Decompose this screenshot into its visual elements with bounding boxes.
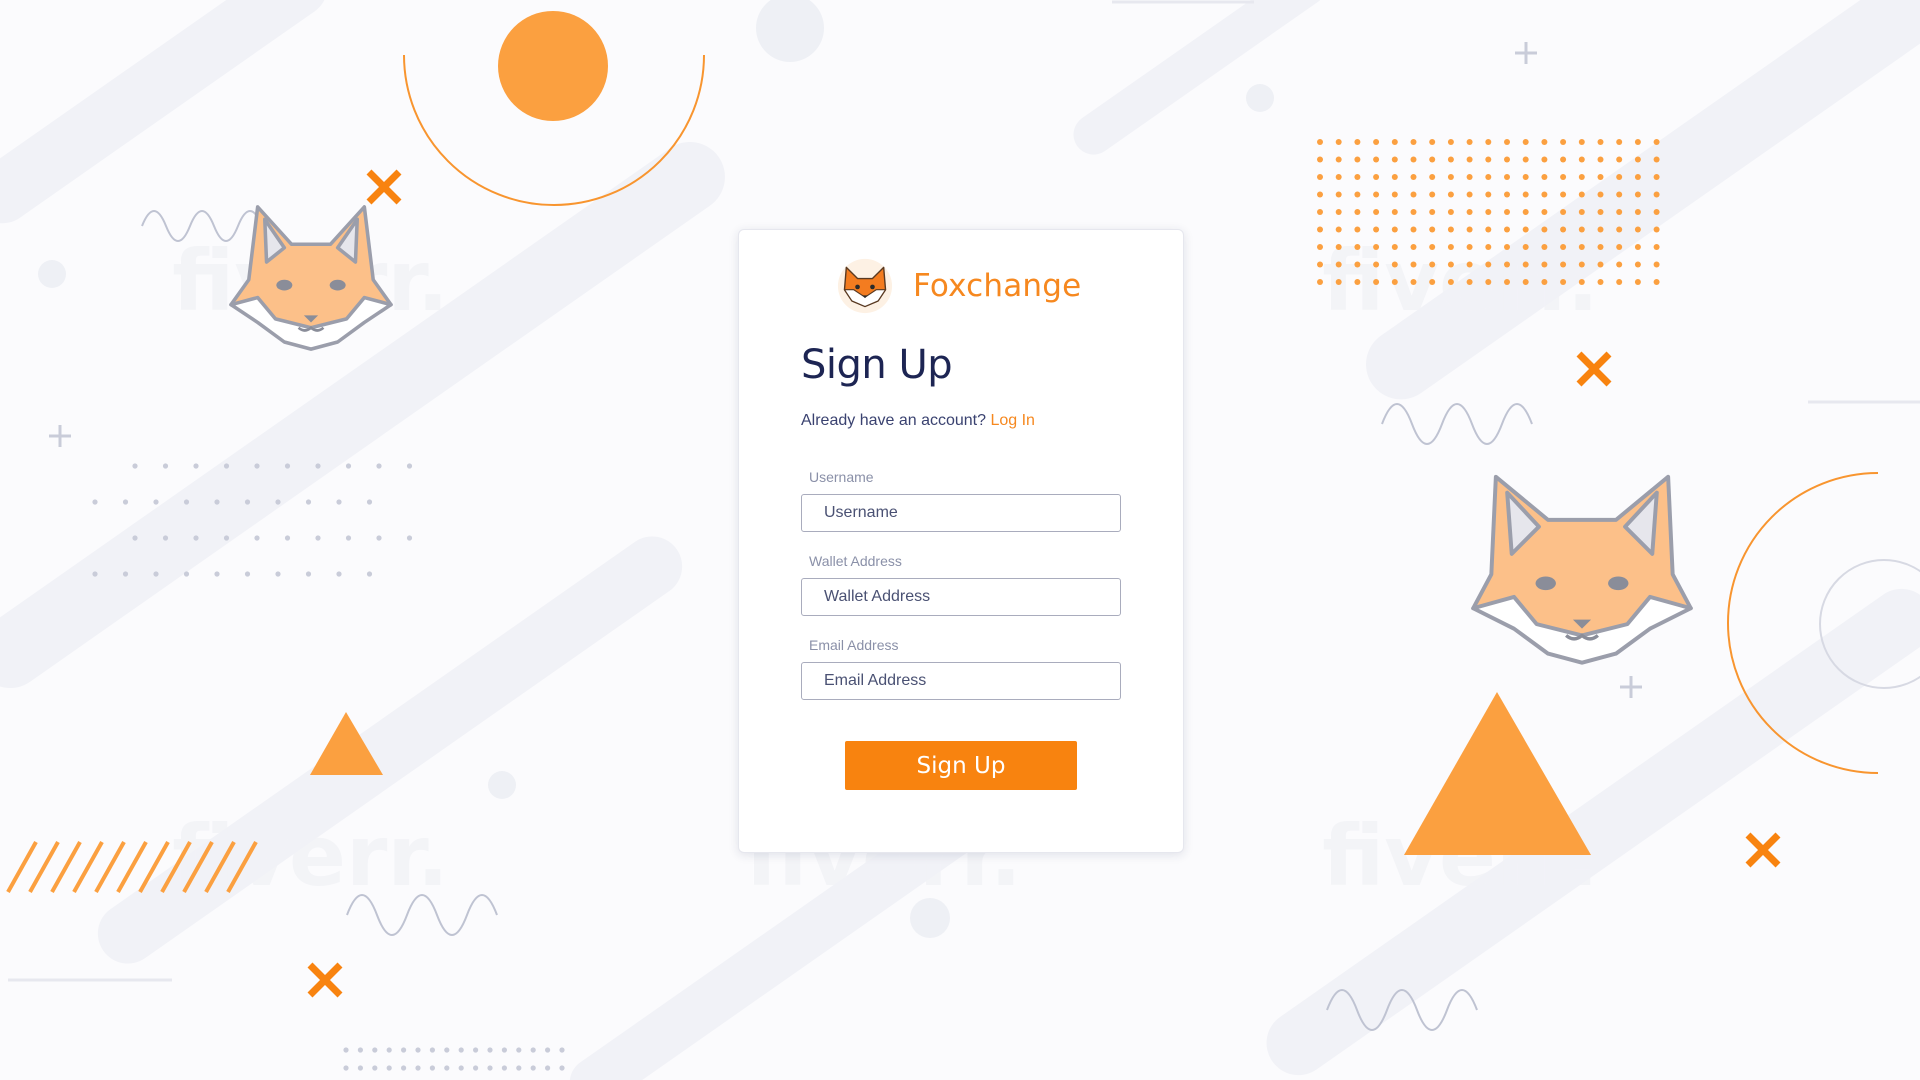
signup-button[interactable]: Sign Up	[845, 741, 1077, 790]
fox-mascot-icon	[1471, 474, 1693, 665]
circle-icon	[498, 11, 608, 121]
plus-icon	[1515, 42, 1537, 64]
signup-card: Foxchange Sign Up Already have an accoun…	[738, 229, 1184, 853]
svg-text:fiverr.: fiverr.	[172, 807, 449, 905]
wallet-address-input[interactable]	[801, 578, 1121, 616]
page-title: Sign Up	[801, 342, 953, 388]
email-address-label: Email Address	[809, 637, 899, 653]
fox-mascot-icon	[229, 205, 393, 351]
login-link[interactable]: Log In	[990, 412, 1034, 429]
svg-text:fiverr.: fiverr.	[1322, 232, 1599, 330]
brand: Foxchange	[837, 258, 1081, 314]
fox-head-icon	[837, 258, 893, 314]
login-prompt-text: Already have an account?	[801, 412, 987, 429]
page-background: fiverr. fiverr. fiverr. fiverr. fiverr. …	[0, 0, 1920, 1080]
username-label: Username	[809, 469, 874, 485]
wallet-address-label: Wallet Address	[809, 553, 902, 569]
login-prompt: Already have an account? Log In	[801, 412, 1035, 430]
brand-name: Foxchange	[913, 268, 1082, 304]
email-address-input[interactable]	[801, 662, 1121, 700]
username-input[interactable]	[801, 494, 1121, 532]
